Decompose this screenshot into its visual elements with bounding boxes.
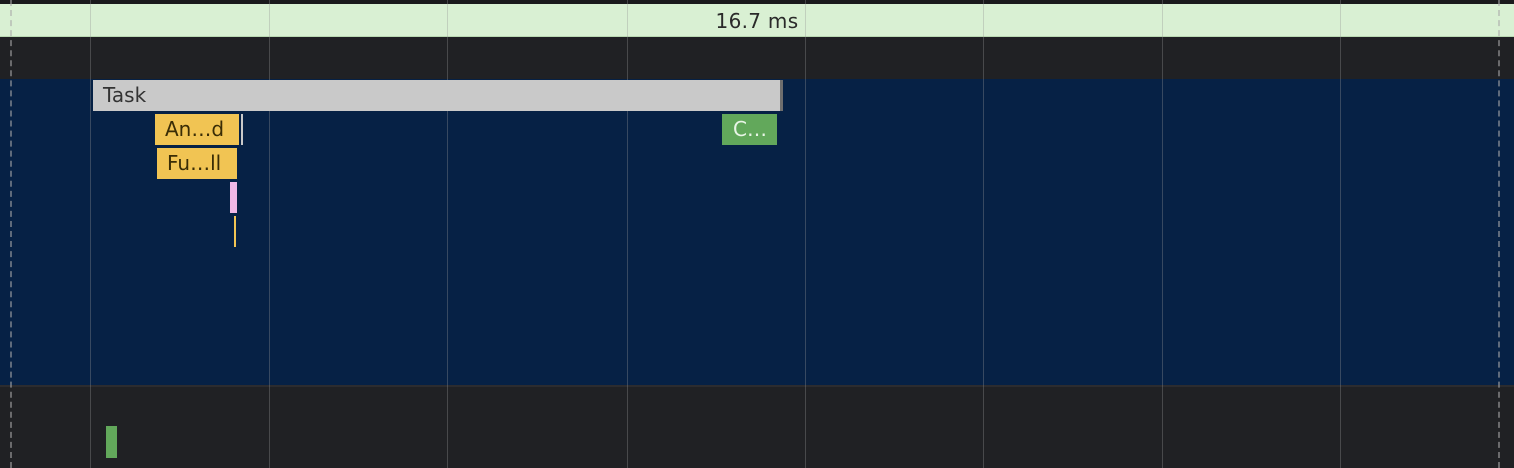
paint-event[interactable]	[230, 182, 237, 213]
performance-timeline: 16.7 ms Task An…d C… Fu…ll	[0, 0, 1514, 468]
frame-start-marker	[10, 0, 12, 468]
frame-end-marker	[1498, 0, 1500, 468]
grid-line	[805, 0, 806, 468]
frame-bar[interactable]: 16.7 ms	[0, 4, 1514, 37]
frame-duration-label: 16.7 ms	[715, 9, 799, 33]
composite-event[interactable]: C…	[722, 114, 777, 145]
sub-event-marker[interactable]	[241, 114, 243, 145]
grid-line	[269, 0, 270, 468]
grid-line	[1162, 0, 1163, 468]
grid-line	[90, 0, 91, 468]
gpu-event[interactable]	[106, 426, 117, 458]
timeline-spacer	[0, 37, 1514, 79]
function-call-event[interactable]: Fu…ll	[157, 148, 237, 179]
grid-line	[1340, 0, 1341, 468]
animation-frame-event[interactable]: An…d	[155, 114, 239, 145]
grid-line	[447, 0, 448, 468]
grid-line	[983, 0, 984, 468]
task-event[interactable]: Task	[93, 80, 783, 111]
grid-line	[627, 0, 628, 468]
nested-script-event[interactable]	[234, 216, 236, 247]
secondary-track[interactable]	[0, 387, 1514, 468]
